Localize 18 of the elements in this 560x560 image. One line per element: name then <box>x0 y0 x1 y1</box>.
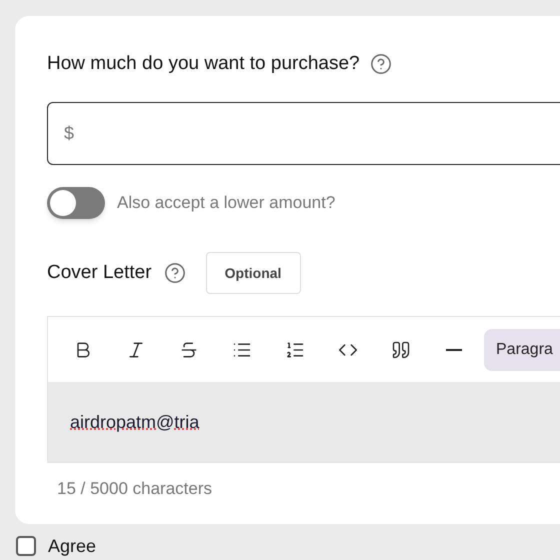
amount-field[interactable]: $ <box>47 102 560 165</box>
question-label: How much do you want to purchase? <box>47 52 360 76</box>
checkbox[interactable] <box>16 536 36 556</box>
toggle-label: Also accept a lower amount? <box>117 192 336 214</box>
cover-letter-label: Cover Letter <box>47 260 152 285</box>
agree-label: Agree <box>48 535 96 557</box>
horizontal-rule-icon <box>446 348 462 350</box>
editor-content[interactable]: airdropatm@tria <box>48 382 560 462</box>
strikethrough-icon <box>178 340 198 360</box>
optional-badge: Optional <box>206 252 301 294</box>
character-counter: 15 / 5000 characters <box>57 478 213 500</box>
quote-icon <box>390 340 410 360</box>
editor-text: airdropatm@tria <box>70 410 200 434</box>
toggle-switch[interactable] <box>47 187 105 219</box>
help-icon[interactable] <box>164 262 186 284</box>
numbered-list-icon <box>284 340 304 360</box>
help-icon[interactable] <box>370 53 392 75</box>
paragraph-dropdown[interactable]: Paragra <box>484 328 560 370</box>
